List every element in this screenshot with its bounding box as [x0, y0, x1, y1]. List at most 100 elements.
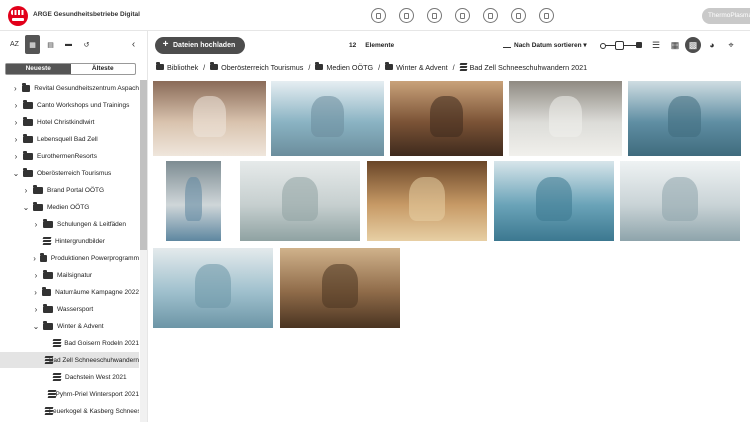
folder-icon [210, 62, 219, 70]
calendar-icon[interactable]: ▦ [25, 35, 40, 54]
tree-item[interactable]: › Wassersport [0, 301, 139, 317]
breadcrumb-item[interactable]: Winter & Advent [396, 63, 448, 72]
tree-item[interactable]: › Mailsignatur [0, 267, 139, 283]
collapse-icon[interactable]: ‹ [126, 35, 141, 54]
image-thumbnail[interactable] [390, 81, 503, 156]
folder-icon [43, 269, 53, 279]
tree-item[interactable]: › Naturräume Kampagne 2022 [0, 284, 139, 300]
tree-item[interactable]: › Hotel Christkindlwirt [0, 114, 139, 130]
upload-button[interactable]: + Dateien hochladen [155, 37, 245, 54]
tree-item-label: Revital Gesundheitszentrum Aspach [34, 84, 139, 92]
chevron-down-icon[interactable]: ⌄ [32, 322, 40, 331]
image-thumbnail[interactable] [271, 81, 384, 156]
file-icon[interactable] [483, 8, 498, 23]
shield-icon[interactable] [511, 8, 526, 23]
document-icon[interactable] [371, 8, 386, 23]
collection-icon [52, 373, 62, 381]
tree-item[interactable]: ⌄ Medien OÖTG [0, 199, 139, 215]
image-thumbnail[interactable] [153, 248, 273, 328]
tree-item[interactable]: › Brand Portal OÖTG [0, 182, 139, 198]
image-icon[interactable] [399, 8, 414, 23]
chevron-right-icon[interactable]: › [12, 118, 20, 127]
image-subject [195, 264, 231, 308]
image-subject [185, 177, 202, 221]
chevron-right-icon[interactable]: › [32, 271, 40, 280]
tree-item[interactable]: ⌄ Oberösterreich Tourismus [0, 165, 139, 181]
thumbnail-size-slider[interactable] [600, 41, 642, 50]
folder-icon [385, 62, 394, 70]
chevron-right-icon[interactable]: › [12, 135, 20, 144]
tree-item[interactable]: › EurothermenResorts [0, 148, 139, 164]
chevron-right-icon[interactable]: › [12, 152, 20, 161]
tree-item[interactable]: Pyhrn-Priel Wintersport 2021 [0, 386, 139, 402]
image-subject [192, 96, 227, 138]
folder-icon [21, 82, 31, 92]
chevron-right-icon[interactable]: › [12, 84, 19, 93]
breadcrumb-item[interactable]: Medien OÖTG [326, 63, 373, 72]
brand-logo-icon[interactable] [8, 6, 28, 26]
palette-icon[interactable]: ◕ [704, 37, 720, 53]
chevron-right-icon[interactable]: › [32, 254, 37, 263]
tree-item[interactable]: › Lebensquell Bad Zell [0, 131, 139, 147]
image-thumbnail[interactable] [620, 161, 740, 241]
breadcrumb-item[interactable]: Bad Zell Schneeschuhwandern 2021 [470, 63, 587, 72]
list-view-icon[interactable]: ☰ [648, 37, 664, 53]
map-pin-icon[interactable]: ⌖ [723, 37, 739, 53]
user-button[interactable]: ThermoPlasma [702, 8, 750, 24]
tree-item[interactable]: › Revital Gesundheitszentrum Aspach [0, 80, 139, 96]
slider-handle[interactable] [615, 41, 624, 50]
tree-item[interactable]: › Produktionen Powerprogramm [0, 250, 139, 266]
chevron-down-icon[interactable]: ⌄ [12, 169, 20, 178]
tree-item[interactable]: Feuerkogel & Kasberg Schneeschuh [0, 403, 139, 419]
image-thumbnail[interactable] [280, 248, 400, 328]
folder-icon [23, 116, 33, 126]
sort-label: Nach Datum sortieren [514, 42, 582, 49]
tree-item-label: Naturräume Kampagne 2022 [55, 288, 139, 296]
reload-icon[interactable]: ↺ [79, 35, 94, 54]
scrollbar-thumb[interactable] [140, 80, 147, 250]
chevron-right-icon[interactable]: › [32, 288, 39, 297]
list-icon[interactable]: ▤ [43, 35, 58, 54]
folder-icon [315, 62, 324, 70]
stack-icon[interactable]: ▬ [61, 35, 76, 54]
tree-item[interactable]: Hintergrundbilder [0, 233, 139, 249]
image-thumbnail[interactable] [153, 81, 266, 156]
image-thumbnail[interactable] [166, 161, 221, 241]
chevron-down-icon[interactable]: ⌄ [22, 203, 30, 212]
image-thumbnail[interactable] [628, 81, 741, 156]
collection-icon [42, 237, 52, 245]
image-thumbnail[interactable] [494, 161, 614, 241]
audio-icon[interactable] [455, 8, 470, 23]
tree-item[interactable]: › Canto Workshops und Trainings [0, 97, 139, 113]
tab-oldest[interactable]: Älteste [71, 64, 136, 74]
page-icon[interactable] [539, 8, 554, 23]
image-thumbnail[interactable] [240, 161, 360, 241]
tree-scrollbar[interactable] [140, 80, 147, 422]
breadcrumb-item[interactable]: Oberösterreich Tourismus [221, 63, 303, 72]
chevron-right-icon[interactable]: › [32, 305, 40, 314]
tab-newest[interactable]: Neueste [6, 64, 71, 74]
sort-dropdown[interactable]: Nach Datum sortieren ▾ [503, 41, 587, 49]
image-thumbnail[interactable] [367, 161, 487, 241]
image-subject [310, 96, 345, 138]
masonry-view-icon[interactable]: ▩ [685, 37, 701, 53]
folder-icon [43, 303, 53, 313]
chevron-right-icon[interactable]: › [22, 186, 30, 195]
tree-item[interactable]: Bad Zell Schneeschuhwandern 2021 [0, 352, 139, 368]
chevron-right-icon[interactable]: › [12, 101, 20, 110]
tree-item-label: Pyhrn-Priel Wintersport 2021 [55, 390, 139, 398]
breadcrumb-item[interactable]: Bibliothek [167, 63, 198, 72]
tree-item[interactable]: › Schulungen & Leitfäden [0, 216, 139, 232]
tree-item[interactable]: Bad Goisern Rodeln 2021 [0, 335, 139, 351]
chevron-right-icon[interactable]: › [32, 220, 40, 229]
tree-item[interactable]: ⌄ Winter & Advent [0, 318, 139, 334]
video-icon[interactable] [427, 8, 442, 23]
grid-view-icon[interactable]: ▦ [667, 37, 683, 53]
tree-item-label: Wassersport [57, 305, 94, 313]
brand-name: ARGE Gesundheitsbetriebe Digital [33, 11, 140, 18]
tree-item-label: EurothermenResorts [37, 152, 97, 160]
image-thumbnail[interactable] [509, 81, 622, 156]
sort-az-button[interactable]: AZ [7, 35, 22, 54]
tree-item[interactable]: Dachstein West 2021 [0, 369, 139, 385]
breadcrumb-separator: / [308, 62, 311, 72]
